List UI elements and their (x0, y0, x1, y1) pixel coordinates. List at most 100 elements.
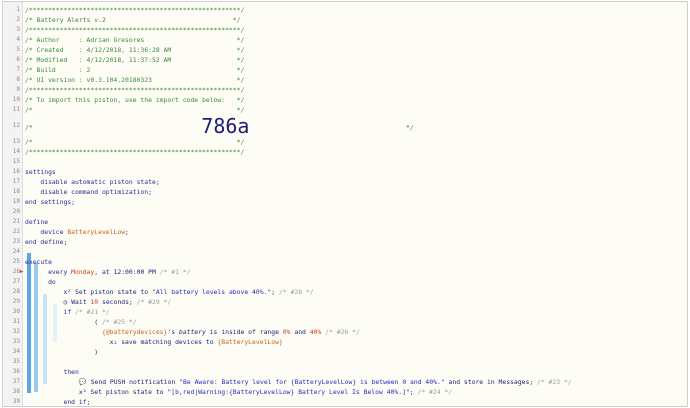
code-token: /* */ (25, 106, 245, 114)
code-line[interactable]: 20 (13, 207, 685, 217)
code-token: "Be Aware: Battery level for {BatteryLev… (179, 378, 445, 386)
code-token: execute (25, 258, 52, 266)
code-token: {BatteryLevelLow} (217, 338, 283, 346)
code-token: /* #23 */ (537, 378, 572, 386)
code-token: /* #21 */ (75, 308, 110, 316)
line-number: 11 (12, 106, 20, 113)
line-number: 31 (12, 318, 20, 325)
line-number: 37 (12, 378, 20, 385)
line-number: 2 (16, 16, 20, 23)
code-token: ; (271, 288, 279, 296)
code-line[interactable]: 23 end define; (13, 237, 685, 247)
line-number: 8 (16, 76, 20, 83)
code-line[interactable]: 21 define (13, 217, 685, 227)
code-line[interactable]: 26 ▶ every Monday, at 12:00:00 PM /* #1 *… (13, 267, 685, 277)
code-line[interactable]: 35 (13, 357, 685, 367)
line-number: 14 (12, 148, 20, 155)
code-token: is inside of range (205, 328, 283, 336)
code-line[interactable]: 16 settings (13, 167, 685, 177)
line-number: 1 (16, 6, 20, 13)
line-number: 4 (16, 36, 20, 43)
line-number: 34 (12, 348, 20, 355)
code-line[interactable]: 1 /**************************************… (16, 5, 685, 15)
code-line[interactable]: 27 do (13, 277, 685, 287)
code-line[interactable]: 15 (13, 157, 685, 167)
code-line[interactable]: 9 /**************************************… (16, 85, 685, 95)
code-token: /* #26 */ (321, 328, 360, 336)
code-line[interactable]: 12 /* 786a */ (13, 114, 685, 138)
code-token: ) (25, 348, 99, 356)
line-number: 9 (16, 86, 20, 93)
code-line[interactable]: 29 ◷ Wait 10 seconds; /* #29 */ (13, 297, 685, 307)
code-token: /* Battery Alerts v.2 */ (25, 16, 241, 24)
code-line[interactable]: 13 /* */ (13, 137, 685, 147)
line-number: 3 (16, 26, 20, 33)
code-line[interactable]: 31 ( /* #25 */ (13, 317, 685, 327)
code-line[interactable]: 6 /* Modified : 4/12/2018, 11:37:52 AM */ (16, 55, 685, 65)
code-line[interactable]: 10 /* To import this piston, use the impo… (13, 95, 685, 105)
code-token: Monday (71, 268, 95, 276)
code-line[interactable]: 5 /* Created : 4/12/2018, 11:36:28 AM */ (16, 45, 685, 55)
code-line[interactable]: 25 execute (13, 257, 685, 267)
code-token: /* */ (25, 138, 245, 146)
code-token: BatteryLevelLow (67, 228, 126, 236)
code-token: end settings; (25, 198, 76, 206)
code-line[interactable]: 2 /* Battery Alerts v.2 */ (16, 15, 685, 25)
code-token: Send PUSH notification (86, 378, 180, 386)
code-token: /* Author : Adrian Gresores */ (25, 36, 245, 44)
line-number: 28 (12, 288, 20, 295)
line-number: 10 (12, 96, 20, 103)
code-token: end if; (25, 398, 91, 406)
line-number: 20 (12, 208, 20, 215)
code-line[interactable]: 33 x₂ save matching devices to {BatteryL… (13, 337, 685, 347)
code-line[interactable]: 3 /**************************************… (16, 25, 685, 35)
code-line[interactable]: 18 disable command optimization; (13, 187, 685, 197)
code-token: /***************************************… (25, 86, 245, 94)
code-token: ( (25, 318, 102, 326)
code-line[interactable]: 8 /* UI version : v0.3.104.20180323 */ (16, 75, 685, 85)
code-token: Set piston state to (86, 388, 168, 396)
line-number: 35 (12, 358, 20, 365)
code-token: if (25, 308, 76, 316)
code-token: /***************************************… (25, 6, 245, 14)
code-token: disable automatic piston state; (25, 178, 160, 186)
code-line[interactable]: 39 end if; (13, 397, 685, 406)
line-number: 26 (12, 268, 20, 275)
piston-code-viewer: 1 /**************************************… (2, 1, 688, 407)
code-line[interactable]: 37 💬 Send PUSH notification "Be Aware: B… (13, 377, 685, 387)
code-token: /* #1 */ (155, 268, 191, 276)
code-lines: 1 /**************************************… (13, 5, 685, 406)
code-line[interactable]: 38 x² Set piston state to "[b,red|Warnin… (13, 387, 685, 397)
code-token: disable command optimization; (25, 188, 152, 196)
code-token: /* Build : 2 */ (25, 66, 245, 74)
line-number: 32 (12, 328, 20, 335)
code-token: 💬 (78, 378, 87, 386)
line-number: 12 (12, 122, 20, 129)
code-line[interactable]: 28 x² Set piston state to "All battery l… (13, 287, 685, 297)
code-line[interactable]: 30 if /* #21 */ (13, 307, 685, 317)
code-token: /* To import this piston, use the import… (25, 96, 245, 104)
code-token: /* #29 */ (136, 298, 172, 306)
code-line[interactable]: 22 device BatteryLevelLow; (13, 227, 685, 237)
code-line[interactable]: 19 end settings; (13, 197, 685, 207)
code-token: 40% (309, 328, 322, 336)
code-line[interactable]: 14 /*************************************… (13, 147, 685, 157)
line-number: 23 (12, 238, 20, 245)
code-token: 786a (32, 114, 406, 138)
code-line[interactable]: 34 ) (13, 347, 685, 357)
line-number: 16 (12, 168, 20, 175)
execution-marker-icon: ▶ (19, 268, 24, 275)
code-token: x² (78, 388, 87, 396)
code-token: Wait (67, 298, 91, 306)
line-number: 15 (12, 158, 20, 165)
code-line[interactable]: 17 disable automatic piston state; (13, 177, 685, 187)
code-line[interactable]: 7 /* Build : 2 */ (16, 65, 685, 75)
code-line[interactable]: 32 {@batterydevices}'s battery is inside… (13, 327, 685, 337)
code-line[interactable]: 36 then (13, 367, 685, 377)
code-token: /* (25, 123, 33, 132)
code-token: define (25, 218, 49, 226)
code-line[interactable]: 24 (13, 247, 685, 257)
code-line[interactable]: 4 /* Author : Adrian Gresores */ (16, 35, 685, 45)
